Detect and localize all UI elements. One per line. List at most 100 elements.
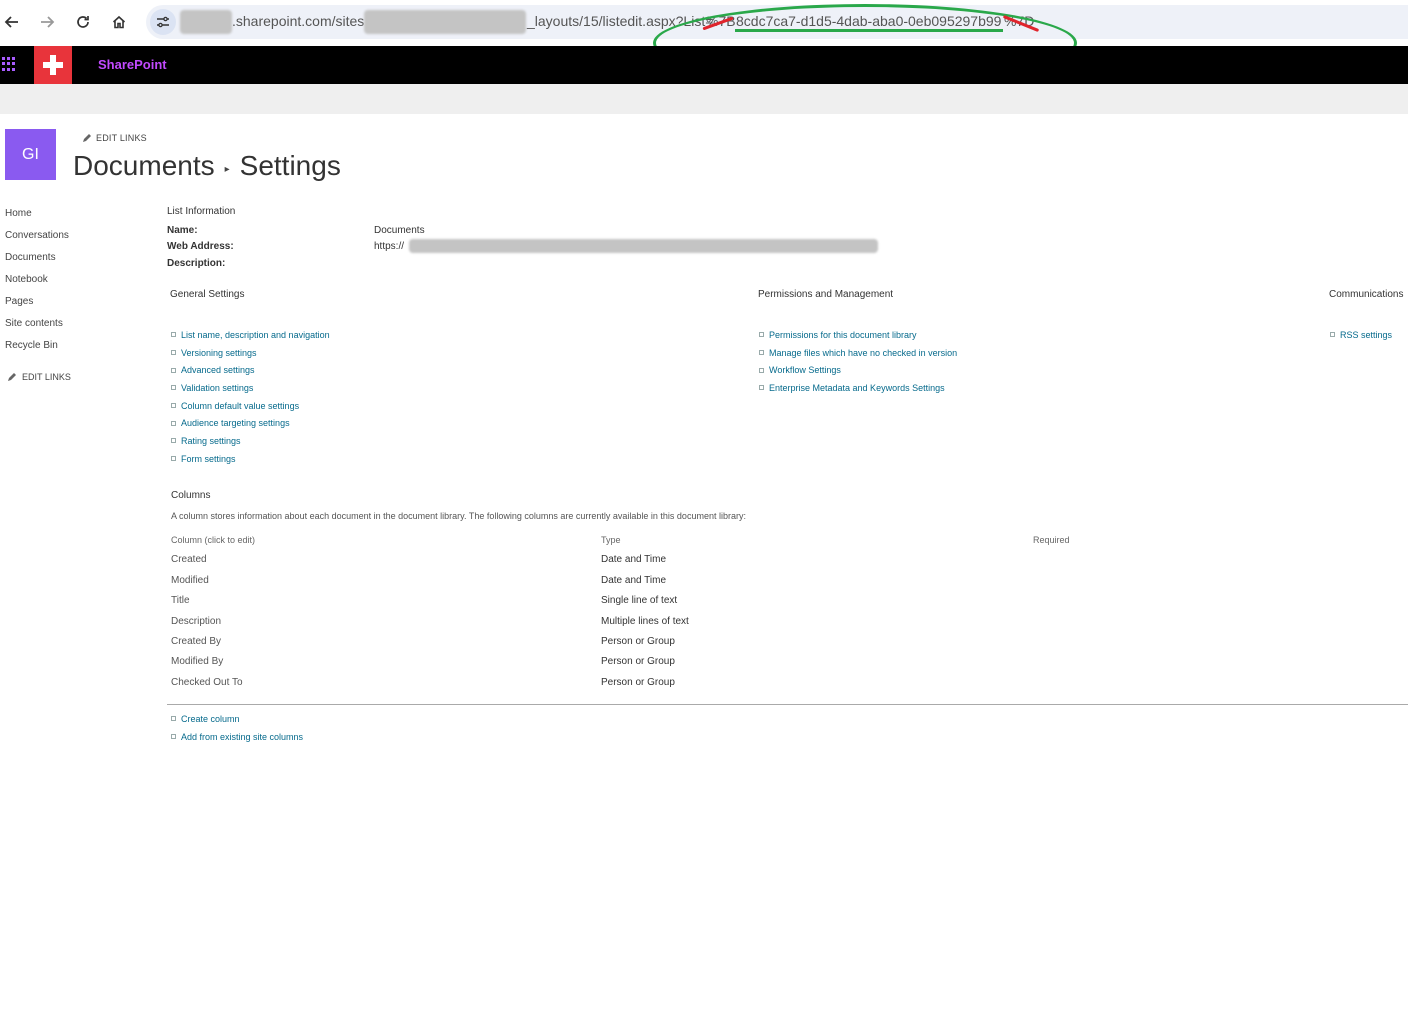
nav-item-recycle-bin[interactable]: Recycle Bin [5,337,69,359]
bullet-icon [171,367,176,373]
forward-icon[interactable] [36,11,58,33]
edit-links-top[interactable]: EDIT LINKS [82,133,147,143]
column-header-required: Required [1033,535,1070,545]
column-name-link[interactable]: Description [171,616,221,627]
reload-icon[interactable] [72,11,94,33]
bullet-icon [171,734,176,740]
permissions-links: Permissions for this document library Ma… [759,326,957,397]
bullet-icon [171,350,176,356]
nav-item-documents[interactable]: Documents [5,249,69,271]
link-enterprise-metadata[interactable]: Enterprise Metadata and Keywords Setting… [759,379,957,397]
add-existing-columns-link[interactable]: Add from existing site columns [171,728,303,746]
bullet-icon [171,403,176,409]
column-type: Multiple lines of text [601,616,689,627]
bullet-icon [759,350,764,356]
link-label: Manage files which have no checked in ve… [769,347,958,358]
link-label: Form settings [181,453,236,464]
permissions-heading: Permissions and Management [758,289,894,300]
app-launcher-icon[interactable] [2,57,16,71]
communications-heading: Communications [1329,289,1404,300]
link-audience-targeting[interactable]: Audience targeting settings [171,414,330,432]
column-actions: Create column Add from existing site col… [171,710,303,745]
link-label: Enterprise Metadata and Keywords Setting… [769,382,945,393]
site-logo[interactable]: GI [5,129,56,180]
breadcrumb-settings: Settings [239,150,341,181]
link-label: Create column [181,713,240,724]
bullet-icon [759,385,764,391]
column-type: Person or Group [601,677,675,688]
link-label: List name, description and navigation [181,329,330,340]
nav-item-pages[interactable]: Pages [5,293,69,315]
link-advanced[interactable]: Advanced settings [171,361,330,379]
url-domain: .sharepoint.com/sites [232,13,365,29]
brand-logo[interactable] [34,46,72,84]
general-settings-links: List name, description and navigation Ve… [171,326,330,468]
name-label: Name: [167,225,198,236]
bullet-icon [171,332,176,338]
description-label: Description: [167,258,226,269]
link-workflow[interactable]: Workflow Settings [759,361,957,379]
link-label: Versioning settings [181,347,257,358]
link-form[interactable]: Form settings [171,450,330,468]
bullet-icon [759,367,764,373]
link-rss[interactable]: RSS settings [1330,326,1392,344]
nav-item-home[interactable]: Home [5,205,69,227]
link-column-default[interactable]: Column default value settings [171,397,330,415]
bullet-icon [1330,332,1335,338]
columns-heading: Columns [171,490,211,501]
nav-item-notebook[interactable]: Notebook [5,271,69,293]
link-rating[interactable]: Rating settings [171,432,330,450]
link-label: Validation settings [181,382,254,393]
link-manage-files[interactable]: Manage files which have no checked in ve… [759,344,957,362]
column-type: Date and Time [601,575,667,586]
divider [167,704,1408,705]
name-value: Documents [374,225,425,236]
bullet-icon [171,716,176,722]
table-row: Created Date and Time [0,554,1408,574]
breadcrumb-documents[interactable]: Documents [73,150,215,182]
link-list-name[interactable]: List name, description and navigation [171,326,330,344]
link-label: Audience targeting settings [181,418,290,429]
column-name-link[interactable]: Created By [171,636,221,647]
link-label: Add from existing site columns [181,731,304,742]
nav-item-conversations[interactable]: Conversations [5,227,69,249]
app-name[interactable]: SharePoint [98,57,167,72]
column-name-link[interactable]: Modified [171,575,209,586]
page-title: Documents ▸ Settings [73,150,341,182]
table-row: Created By Person or Group [0,636,1408,656]
bullet-icon [171,385,176,391]
columns-description: A column stores information about each d… [171,511,746,521]
column-name-link[interactable]: Checked Out To [171,677,243,688]
create-column-link[interactable]: Create column [171,710,303,728]
general-settings-heading: General Settings [170,289,245,300]
edit-links-left[interactable]: EDIT LINKS [7,372,71,382]
back-icon[interactable] [1,11,23,33]
redacted-block [364,10,526,34]
table-row: Description Multiple lines of text [0,616,1408,636]
column-name-link[interactable]: Created [171,554,207,565]
link-versioning[interactable]: Versioning settings [171,344,330,362]
bullet-icon [759,332,764,338]
table-row: Checked Out To Person or Group [0,677,1408,697]
link-validation[interactable]: Validation settings [171,379,330,397]
link-label: Permissions for this document library [769,329,917,340]
annotation-underline [735,29,1003,32]
breadcrumb-separator: ▸ [224,163,230,175]
table-row: Modified Date and Time [0,575,1408,595]
column-name-link[interactable]: Title [171,595,190,606]
bullet-icon [171,456,176,462]
edit-links-label: EDIT LINKS [22,372,71,382]
site-info-icon[interactable] [150,9,176,35]
column-name-link[interactable]: Modified By [171,656,223,667]
column-type: Person or Group [601,656,675,667]
redacted-block [180,10,232,34]
link-permissions[interactable]: Permissions for this document library [759,326,957,344]
home-icon[interactable] [108,11,130,33]
web-address-value: https:// [374,241,405,252]
column-type: Date and Time [601,554,667,565]
pencil-icon [83,134,91,142]
table-row: Modified By Person or Group [0,656,1408,676]
nav-item-site-contents[interactable]: Site contents [5,315,69,337]
table-row: Title Single line of text [0,595,1408,615]
link-label: Workflow Settings [769,365,841,376]
